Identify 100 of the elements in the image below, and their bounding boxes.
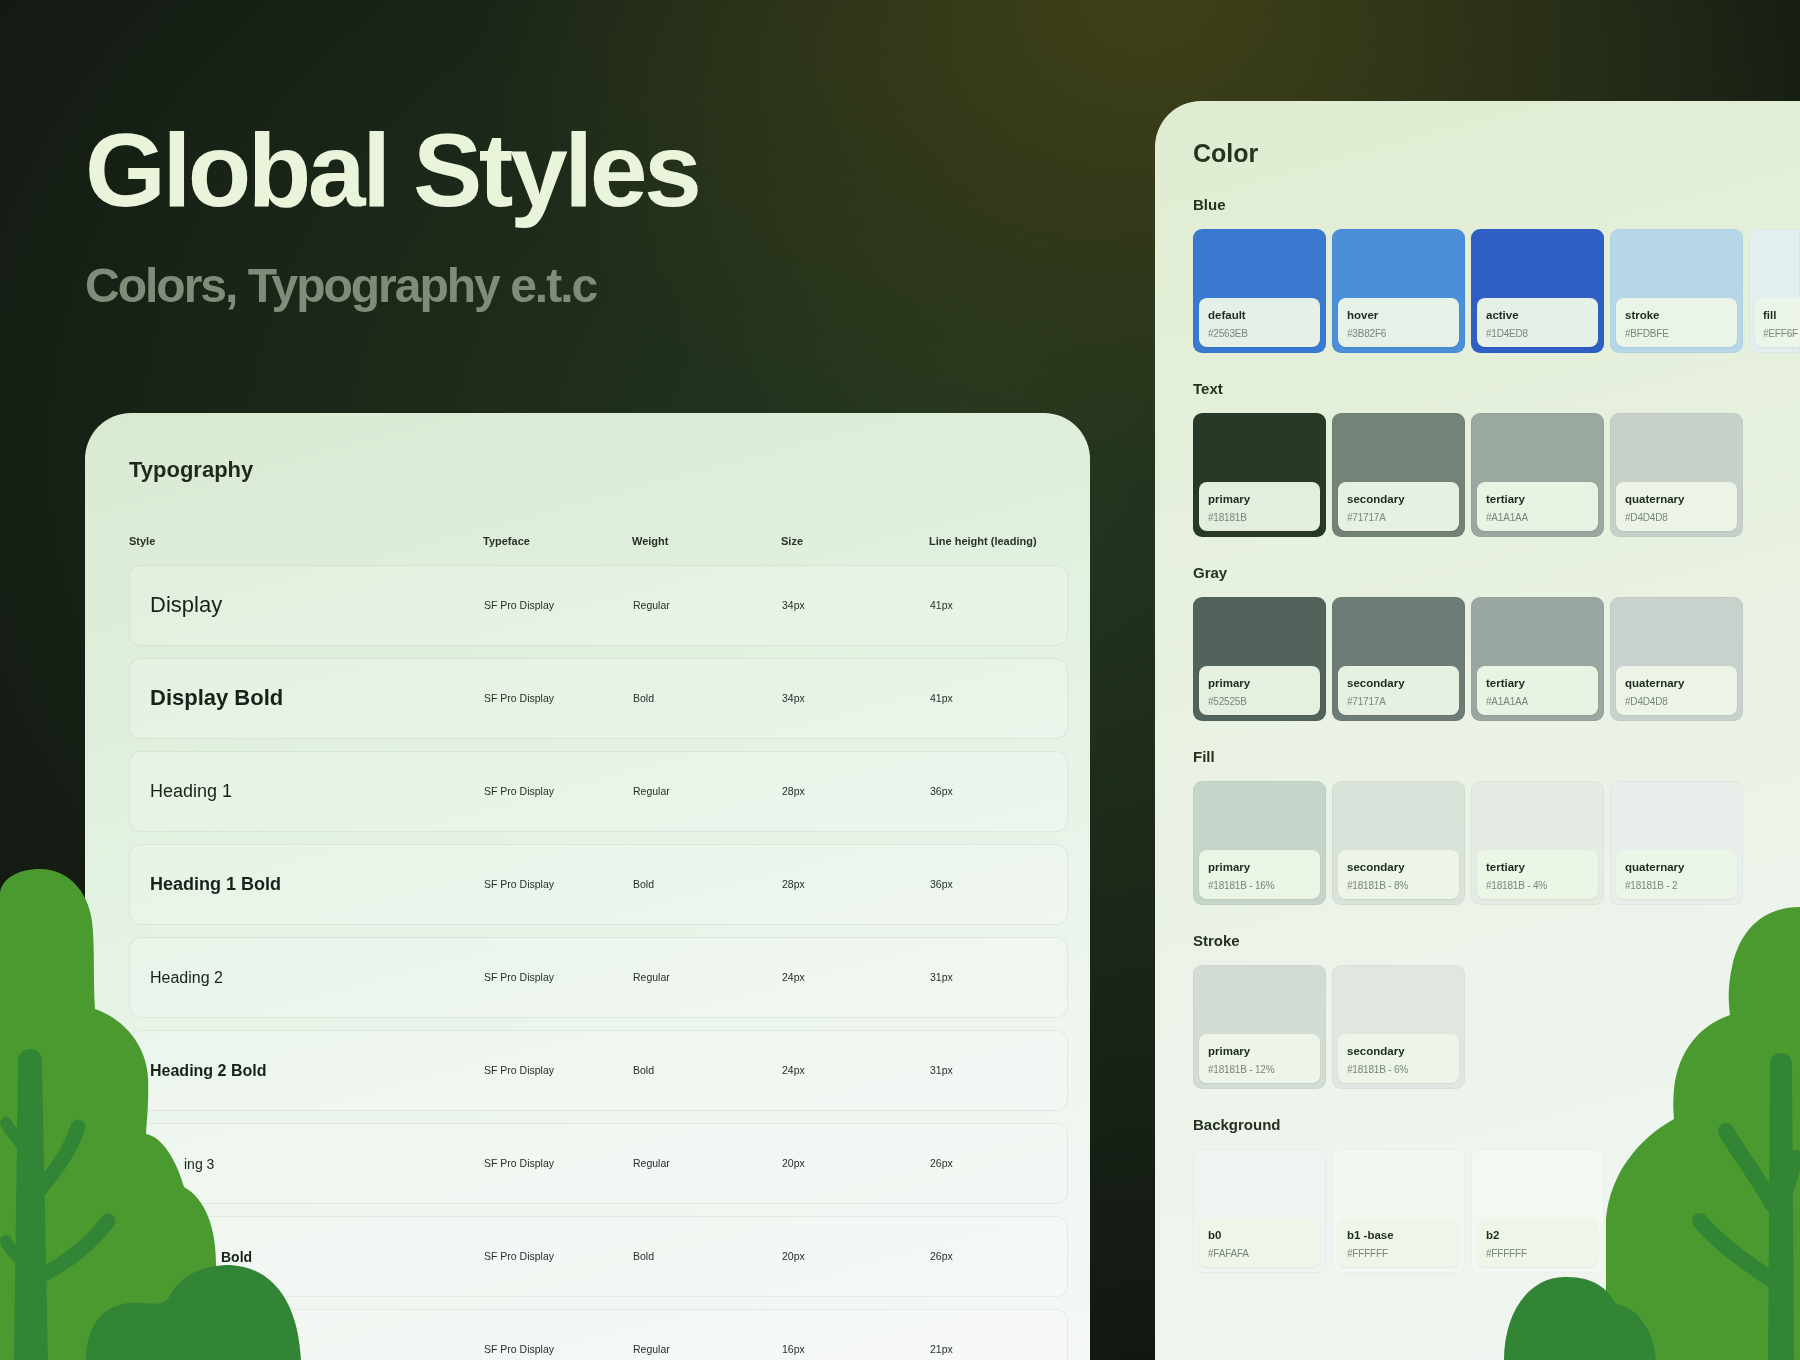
swatch-name: quaternary — [1625, 676, 1685, 690]
line-height-value: 36px — [930, 878, 953, 892]
swatch-name: tertiary — [1486, 860, 1525, 874]
swatch-name: secondary — [1347, 1044, 1405, 1058]
line-height-value: 31px — [930, 971, 953, 985]
swatch-hex: #A1A1AA — [1486, 695, 1528, 708]
panel-title: Typography — [129, 456, 254, 485]
group-label: Background — [1193, 1115, 1281, 1135]
line-height-value: 26px — [930, 1250, 953, 1264]
page-subtitle: Colors, Typography e.t.c — [85, 257, 598, 314]
style-sample: Heading 1 Bold — [150, 873, 281, 896]
group-label: Stroke — [1193, 931, 1240, 951]
swatch-name: primary — [1208, 860, 1251, 874]
swatch-hex: #D4D4D8 — [1625, 695, 1668, 708]
swatch-name: default — [1208, 308, 1246, 322]
swatch-hex: #71717A — [1347, 695, 1386, 708]
swatch-hex: #FAFAFA — [1208, 1247, 1249, 1260]
swatch-name: primary — [1208, 676, 1251, 690]
weight-value: Regular — [633, 1343, 670, 1357]
swatch-name: hover — [1347, 308, 1379, 322]
group-label: Blue — [1193, 195, 1226, 215]
column-header: Typeface — [483, 534, 530, 549]
group-label: Fill — [1193, 747, 1215, 767]
swatch-name: primary — [1208, 1044, 1251, 1058]
size-value: 34px — [782, 599, 805, 613]
swatch-hex: #3B82F6 — [1347, 327, 1387, 340]
column-header: Size — [781, 534, 803, 549]
panel-title: Color — [1193, 138, 1259, 168]
typeface-value: SF Pro Display — [484, 692, 555, 706]
size-value: 34px — [782, 692, 805, 706]
swatch-name: b1 -base — [1347, 1228, 1394, 1242]
size-value: 20px — [782, 1157, 805, 1171]
line-height-value: 41px — [930, 599, 953, 613]
swatch-hex: #EFF6F — [1763, 327, 1798, 340]
swatch-hex: #A1A1AA — [1486, 511, 1528, 524]
swatch-name: b0 — [1208, 1228, 1222, 1242]
swatch-hex: #FFFFFF — [1486, 1247, 1527, 1260]
line-height-value: 36px — [930, 785, 953, 799]
typeface-value: SF Pro Display — [484, 1250, 555, 1264]
style-sample: ing 3 — [184, 1155, 215, 1173]
style-sample: Display Bold — [150, 685, 284, 712]
size-value: 16px — [782, 1343, 805, 1357]
typeface-value: SF Pro Display — [484, 971, 555, 985]
swatch-name: tertiary — [1486, 492, 1525, 506]
weight-value: Bold — [633, 878, 654, 892]
typeface-value: SF Pro Display — [484, 599, 555, 613]
size-value: 24px — [782, 971, 805, 985]
swatch-hex: #BFDBFE — [1625, 327, 1669, 340]
typeface-value: SF Pro Display — [484, 785, 555, 799]
size-value: 28px — [782, 785, 805, 799]
swatch-name: secondary — [1347, 860, 1405, 874]
typeface-value: SF Pro Display — [484, 1157, 555, 1171]
size-value: 24px — [782, 1064, 805, 1078]
weight-value: Bold — [633, 1064, 654, 1078]
swatch-hex: #1D4ED8 — [1486, 327, 1528, 340]
column-header: Style — [129, 534, 156, 549]
weight-value: Regular — [633, 1157, 670, 1171]
page-title: Global Styles — [85, 111, 700, 230]
swatch-hex: #FFFFFF — [1347, 1247, 1388, 1260]
column-header: Line height (leading) — [929, 534, 1037, 549]
swatch-name: quaternary — [1625, 492, 1685, 506]
style-sample: Heading 2 Bold — [150, 1060, 267, 1081]
line-height-value: 21px — [930, 1343, 953, 1357]
swatch-hex: #18181B - 6% — [1347, 1063, 1408, 1076]
swatch-hex: #18181B - 2 — [1625, 879, 1678, 892]
style-sample: Heading 1 — [150, 780, 233, 803]
weight-value: Regular — [633, 599, 670, 613]
swatch-name: fill — [1763, 308, 1777, 322]
swatch-hex: #18181B - 8% — [1347, 879, 1408, 892]
swatch-name: stroke — [1625, 308, 1660, 322]
group-label: Text — [1193, 379, 1223, 399]
swatch-hex: #18181B - 16% — [1208, 879, 1275, 892]
swatch-name: quaternary — [1625, 860, 1685, 874]
weight-value: Bold — [633, 692, 654, 706]
style-sample: Bold — [221, 1248, 253, 1266]
line-height-value: 41px — [930, 692, 953, 706]
swatch-hex: #18181B — [1208, 511, 1247, 524]
swatch-hex: #71717A — [1347, 511, 1386, 524]
typeface-value: SF Pro Display — [484, 1064, 555, 1078]
swatch-name: tertiary — [1486, 676, 1525, 690]
swatch-name: primary — [1208, 492, 1251, 506]
swatch-hex: #52525B — [1208, 695, 1247, 708]
swatch-hex: #2563EB — [1208, 327, 1248, 340]
column-header: Weight — [632, 534, 669, 549]
swatch-hex: #D4D4D8 — [1625, 511, 1668, 524]
style-sample: Display — [150, 592, 223, 619]
swatch-name: secondary — [1347, 492, 1405, 506]
line-height-value: 26px — [930, 1157, 953, 1171]
style-sample: Heading 2 — [150, 967, 223, 988]
typeface-value: SF Pro Display — [484, 878, 555, 892]
swatch-name: active — [1486, 308, 1519, 322]
swatch-hex: #18181B - 4% — [1486, 879, 1547, 892]
typeface-value: SF Pro Display — [484, 1343, 555, 1357]
weight-value: Regular — [633, 785, 670, 799]
swatch-hex: #18181B - 12% — [1208, 1063, 1275, 1076]
line-height-value: 31px — [930, 1064, 953, 1078]
size-value: 28px — [782, 878, 805, 892]
weight-value: Regular — [633, 971, 670, 985]
size-value: 20px — [782, 1250, 805, 1264]
group-label: Gray — [1193, 563, 1228, 583]
